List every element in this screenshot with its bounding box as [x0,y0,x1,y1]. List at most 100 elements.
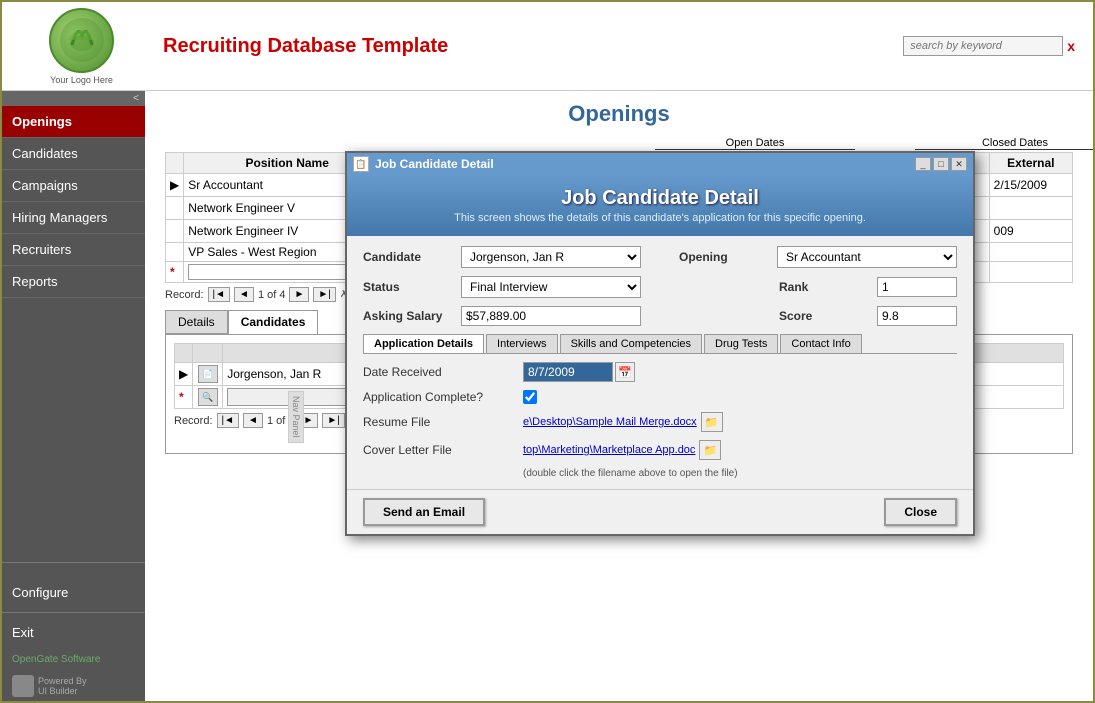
nav-label: Record: [165,289,204,301]
sidebar-item-reports[interactable]: Reports [2,266,145,298]
modal-titlebar: 📋 Job Candidate Detail _ □ ✕ [347,153,973,175]
sidebar: < Openings Candidates Campaigns Hiring M… [2,91,145,701]
closed-external-cell: 2/15/2009 [989,174,1072,197]
asking-salary-input[interactable] [461,306,641,326]
status-modal-select[interactable]: Final Interview [461,276,641,298]
cand-nav-prev-button[interactable]: ◄ [243,413,263,428]
sidebar-powered: Powered ByUI Builder [2,671,145,701]
sidebar-item-openings[interactable]: Openings [2,106,145,138]
modal-minimize-button[interactable]: _ [915,157,931,171]
nav-next-button[interactable]: ► [289,287,309,302]
rank-label: Rank [779,280,869,294]
status-row-fields: Status Final Interview Rank [363,276,957,298]
nav-label-2: Record: [174,415,213,427]
sidebar-divider [2,562,145,563]
sidebar-divider-2 [2,612,145,613]
nav-prev-button[interactable]: ◄ [234,287,254,302]
close-button[interactable]: Close [884,498,957,526]
tab-application-details[interactable]: Application Details [363,334,484,353]
search-clear-button[interactable]: x [1067,38,1075,54]
calendar-icon[interactable]: 📅 [615,362,635,382]
sidebar-item-recruiters[interactable]: Recruiters [2,234,145,266]
tab-contact-info[interactable]: Contact Info [780,334,861,353]
cover-letter-row: Cover Letter File top\Marketing\Marketpl… [363,440,957,460]
date-received-input[interactable] [523,362,613,382]
powered-icon [12,675,34,697]
logo-text: Your Logo Here [50,75,113,85]
modal-restore-button[interactable]: □ [933,157,949,171]
main-content: Openings Open Dates Closed Dates Positio… [145,91,1093,701]
modal-subtitle: This screen shows the details of this ca… [367,212,953,224]
sidebar-brand: OpenGate Software [2,648,145,671]
modal-controls: _ □ ✕ [915,157,967,171]
app-title: Recruiting Database Template [163,35,448,58]
tab-candidates[interactable]: Candidates [228,310,319,334]
candidate-new-icon: 🔍 [198,388,218,406]
resume-row: Resume File e\Desktop\Sample Mail Merge.… [363,412,957,432]
cover-letter-label: Cover Letter File [363,443,523,457]
app-complete-row: Application Complete? [363,390,957,404]
app-tabs: Application Details Interviews Skills an… [363,334,957,354]
status-label: Status [363,280,453,294]
score-label: Score [779,309,869,323]
modal-footer: Send an Email Close [347,489,973,534]
candidate-icon: 📄 [198,365,218,383]
tab-skills[interactable]: Skills and Competencies [560,334,702,353]
cand-nav-last-button[interactable]: ►| [322,413,345,428]
sidebar-item-campaigns[interactable]: Campaigns [2,170,145,202]
tab-details[interactable]: Details [165,310,228,334]
score-input[interactable] [877,306,957,326]
candidate-label: Candidate [363,250,453,264]
closed-external-cell [989,197,1072,220]
sidebar-item-hiring-managers[interactable]: Hiring Managers [2,202,145,234]
cand-nav-first-button[interactable]: |◄ [217,413,240,428]
cover-letter-browse-button[interactable]: 📁 [699,440,721,460]
closed-dates-header: Closed Dates [915,137,1093,150]
cover-letter-link[interactable]: top\Marketing\Marketplace App.doc [523,444,695,456]
closed-external-cell [989,243,1072,262]
modal-header: Job Candidate Detail This screen shows t… [347,175,973,236]
sidebar-configure-button[interactable]: Configure [2,577,145,608]
side-panel-text: Nav Panel [288,391,304,443]
powered-text: Powered ByUI Builder [38,676,87,696]
sidebar-nav: Openings Candidates Campaigns Hiring Man… [2,106,145,558]
logo-icon [49,8,114,73]
date-received-label: Date Received [363,365,523,379]
nav-position: 1 of 4 [258,289,286,301]
rank-input[interactable] [877,277,957,297]
modal-close-button[interactable]: ✕ [951,157,967,171]
tab-drug-tests[interactable]: Drug Tests [704,334,778,353]
app-details-content: Date Received 📅 Application Complete? Re… [363,362,957,479]
modal-icon: 📋 [353,156,369,172]
header-title: Recruiting Database Template [153,35,903,58]
modal-body: Candidate Jorgenson, Jan R Opening Sr Ac… [347,236,973,489]
tab-interviews[interactable]: Interviews [486,334,558,353]
candidate-row-fields: Candidate Jorgenson, Jan R Opening Sr Ac… [363,246,957,268]
app-complete-label: Application Complete? [363,390,523,404]
modal-title: Job Candidate Detail [367,187,953,210]
nav-first-button[interactable]: |◄ [208,287,231,302]
closed-external-cell: 009 [989,220,1072,243]
top-bar: Your Logo Here Recruiting Database Templ… [2,2,1093,91]
logo-area: Your Logo Here [10,6,153,86]
nav-last-button[interactable]: ►| [313,287,336,302]
page-title: Openings [165,101,1073,127]
sidebar-item-candidates[interactable]: Candidates [2,138,145,170]
search-input[interactable] [903,36,1063,56]
new-row-indicator: * [170,265,175,279]
sidebar-exit-button[interactable]: Exit [2,617,145,648]
date-received-row: Date Received 📅 [363,362,957,382]
resume-link[interactable]: e\Desktop\Sample Mail Merge.docx [523,416,697,428]
app-complete-checkbox[interactable] [523,390,537,404]
opening-label: Opening [679,250,769,264]
modal-titlebar-title: Job Candidate Detail [375,157,915,171]
open-dates-header: Open Dates [655,137,855,150]
sidebar-collapse-button[interactable]: < [2,91,145,106]
search-area: x [903,36,1075,56]
candidate-select[interactable]: Jorgenson, Jan R [461,246,641,268]
modal-window: 📋 Job Candidate Detail _ □ ✕ Job Candida… [345,151,975,536]
send-email-button[interactable]: Send an Email [363,498,485,526]
file-hint: (double click the filename above to open… [523,468,957,479]
opening-select[interactable]: Sr Accountant [777,246,957,268]
resume-browse-button[interactable]: 📁 [701,412,723,432]
